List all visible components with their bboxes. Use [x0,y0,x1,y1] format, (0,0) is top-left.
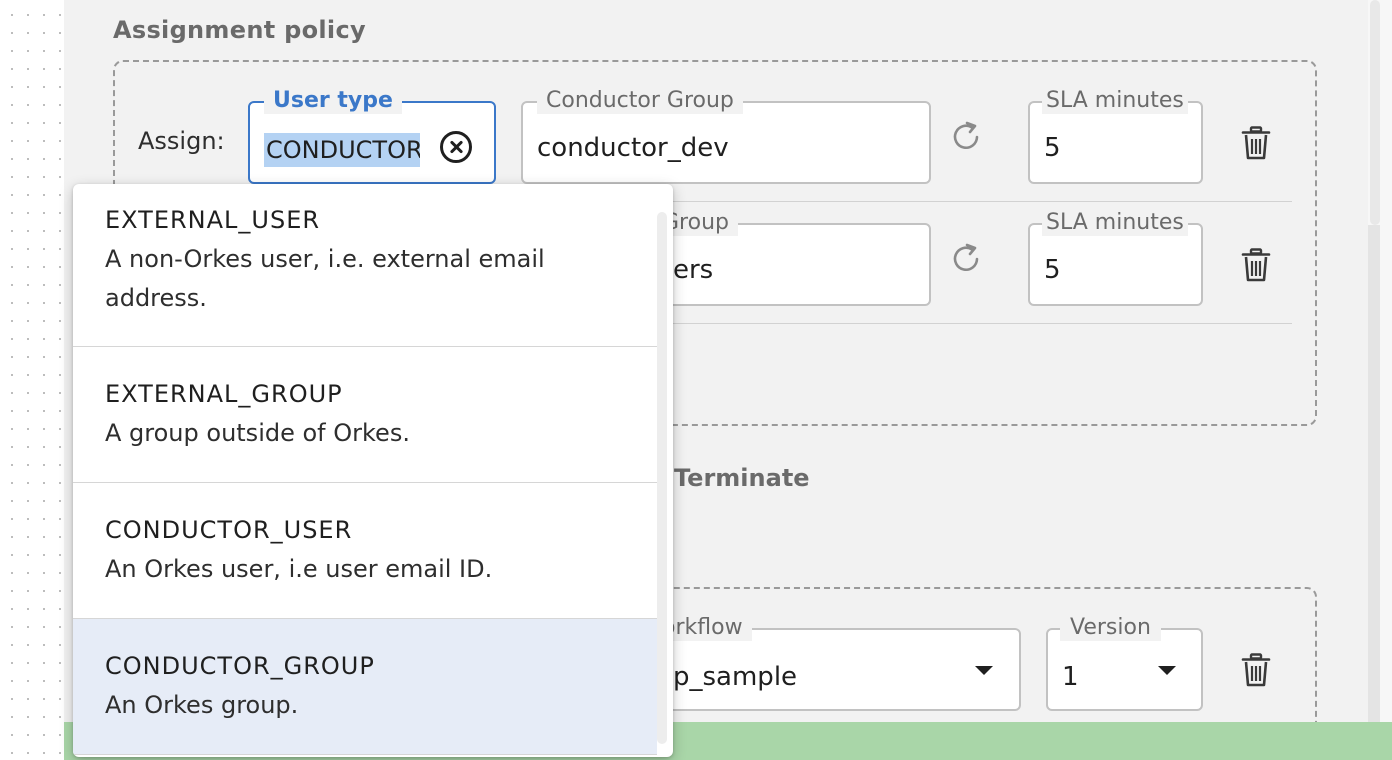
refresh-icon[interactable] [950,120,984,154]
dropdown-scrollbar[interactable] [657,212,667,744]
version-label: Version [1060,615,1161,641]
option-conductor-user[interactable]: CONDUCTOR_USER An Orkes user, i.e user e… [73,483,657,619]
row-divider-2 [660,323,1292,324]
option-title: EXTERNAL_USER [105,206,321,234]
assign-label: Assign: [138,127,225,155]
group-value-2[interactable]: ers [673,255,713,285]
user-type-select[interactable]: User type CONDUCTOR [248,88,496,184]
caret-down-icon-2[interactable] [1158,666,1176,675]
option-title: CONDUCTOR_GROUP [105,652,375,680]
option-title: CONDUCTOR_USER [105,516,353,544]
panel-scrollbar-lower [1368,225,1380,725]
option-description: An Orkes user, i.e user email ID. [105,555,493,583]
user-type-input[interactable]: CONDUCTOR [264,133,420,167]
option-title: EXTERNAL_GROUP [105,380,343,408]
clear-circle-icon[interactable] [440,131,472,163]
sla-minutes-value-1[interactable]: 5 [1044,133,1061,163]
row-divider-1 [660,201,1292,202]
option-description: An Orkes group. [105,691,299,719]
assignment-policy-title: Assignment policy [113,16,366,44]
sla-minutes-label-2: SLA minutes [1042,210,1188,236]
user-type-label: User type [264,88,402,114]
refresh-icon-2[interactable] [950,242,984,276]
workflow-value[interactable]: p_sample [673,662,797,692]
trash-icon[interactable] [1241,126,1271,160]
terminate-section-title: Terminate [674,464,810,492]
canvas-dot-grid [0,0,64,760]
option-external-group[interactable]: EXTERNAL_GROUP A group outside of Orkes. [73,347,657,483]
option-description: A group outside of Orkes. [105,419,410,447]
conductor-group-label: Conductor Group [537,88,743,114]
option-description: A non-Orkes user, i.e. external email ad… [105,245,545,312]
user-type-dropdown: EXTERNAL_USER A non-Orkes user, i.e. ext… [73,184,673,757]
panel-scrollbar-thumb[interactable] [1370,0,1380,225]
conductor-group-field[interactable]: Conductor Group conductor_dev [521,88,931,184]
trash-icon-2[interactable] [1241,248,1271,282]
trash-icon-3[interactable] [1241,653,1271,687]
sla-minutes-value-2[interactable]: 5 [1044,255,1061,285]
sla-minutes-field-2[interactable]: SLA minutes 5 [1028,210,1203,306]
sla-minutes-label-1: SLA minutes [1042,88,1188,114]
option-conductor-group[interactable]: CONDUCTOR_GROUP An Orkes group. [73,619,657,755]
version-select[interactable]: Version 1 [1046,615,1203,711]
sla-minutes-field-1[interactable]: SLA minutes 5 [1028,88,1203,184]
option-external-user[interactable]: EXTERNAL_USER A non-Orkes user, i.e. ext… [73,184,657,347]
conductor-group-value[interactable]: conductor_dev [537,133,729,163]
version-value[interactable]: 1 [1062,662,1079,692]
caret-down-icon[interactable] [975,666,993,675]
